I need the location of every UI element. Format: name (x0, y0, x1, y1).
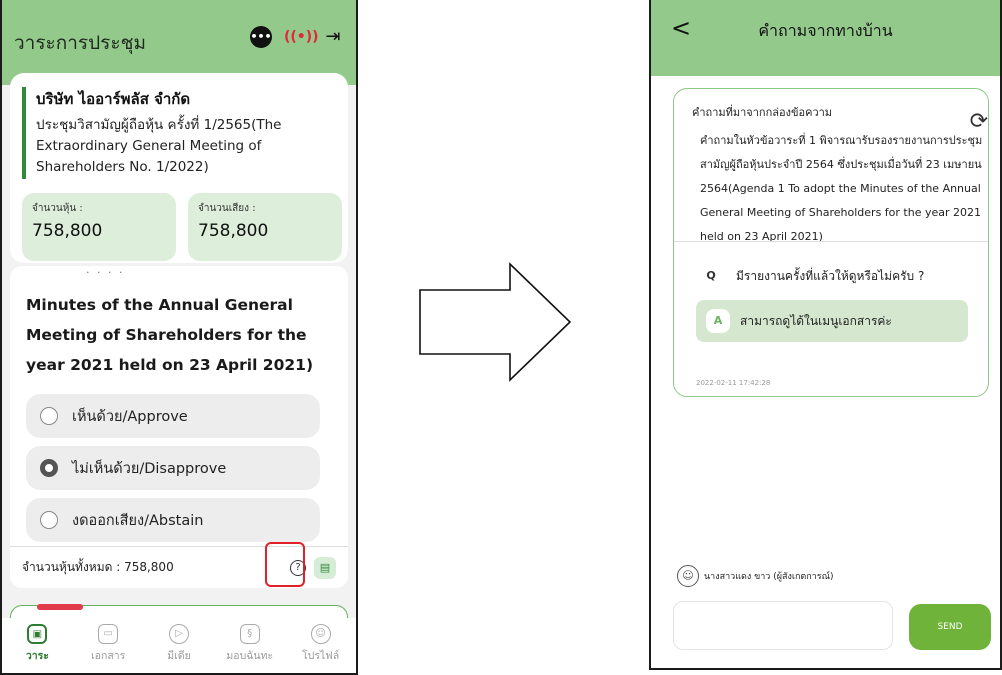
question-badge: Q (696, 261, 726, 291)
bottom-nav: ▣ วาระ ▭ เอกสาร ▷ มีเดีย § มอบฉันทะ ☺ โป… (2, 618, 356, 673)
answer-badge: A (706, 309, 730, 333)
header-actions: ••• ((•)) ⇥ (250, 26, 344, 48)
nav-label: วาระ (25, 650, 49, 662)
nav-item-documents[interactable]: ▭ เอกสาร (78, 624, 138, 673)
nav-item-agenda[interactable]: ▣ วาระ (7, 624, 67, 673)
vote-option-label: เห็นด้วย/Approve (72, 408, 188, 425)
vote-option-approve[interactable]: เห็นด้วย/Approve (26, 394, 320, 438)
company-name: บริษัท ไออาร์พลัส จำกัด (36, 90, 191, 108)
questions-screen: < คำถามจากทางบ้าน คำถามที่มาจากกล่องข้อค… (649, 0, 1002, 670)
votes-label: จำนวนเสียง : (198, 203, 256, 214)
vote-option-disapprove[interactable]: ไม่เห็นด้วย/Disapprove (26, 446, 320, 490)
question-agenda: คำถามในหัวข้อวาระที่ 1 พิจารณารับรองรายง… (700, 134, 983, 243)
nav-label: เอกสาร (91, 650, 126, 662)
accent-bar (22, 87, 26, 179)
user-avatar-icon: ☺ (677, 565, 699, 587)
nav-item-profile[interactable]: ☺ โปรไฟล์ (291, 624, 351, 673)
agenda-screen: วาระการประชุม ••• ((•)) ⇥ บริษัท ไออาร์พ… (0, 0, 358, 675)
shares-label: จำนวนหุ้น : (32, 203, 83, 214)
question-row: Q มีรายงานครั้งที่แล้วให้ดูหรือไม่ครับ ? (696, 261, 924, 291)
nav-label: มีเดีย (167, 650, 191, 662)
highlight-box (265, 542, 305, 587)
vote-option-abstain[interactable]: งดออกเสียง/Abstain (26, 498, 320, 542)
message-input[interactable] (673, 601, 893, 650)
live-broadcast-icon[interactable]: ((•)) (284, 26, 319, 48)
question-text: มีรายงานครั้งที่แล้วให้ดูหรือไม่ครับ ? (736, 268, 925, 283)
scrolled-text-fragment: · · · · (86, 266, 125, 278)
nav-item-proxy[interactable]: § มอบฉันทะ (220, 624, 280, 673)
app-header: < คำถามจากทางบ้าน (651, 0, 1000, 76)
logout-icon[interactable]: ⇥ (322, 26, 344, 48)
folder-icon: ▭ (98, 624, 119, 644)
profile-icon: ☺ (310, 624, 331, 644)
send-button[interactable]: SEND (909, 604, 991, 650)
stats-row: จำนวนหุ้น : 758,800 จำนวนเสียง : 758,800 (22, 193, 342, 261)
status-badge (37, 604, 83, 610)
page-title: คำถามจากทางบ้าน (758, 21, 893, 40)
play-icon: ▷ (168, 624, 189, 644)
chat-bubble-icon[interactable]: ••• (250, 26, 272, 48)
company-card: บริษัท ไออาร์พลัส จำกัด ประชุมวิสามัญผู้… (10, 73, 348, 263)
answer-row: A สามารถดูได้ในเมนูเอกสารค่ะ (696, 300, 968, 342)
user-info: ☺ นางสาวแดง ขาว (ผู้สังเกตการณ์) (677, 565, 833, 587)
nav-label: โปรไฟล์ (302, 650, 340, 662)
agenda-icon: ▣ (27, 624, 48, 644)
agenda-card: · · · · Minutes of the Annual General Me… (10, 266, 348, 588)
shares-box: จำนวนหุ้น : 758,800 (22, 193, 176, 261)
right-arrow-icon (419, 262, 572, 382)
vote-option-label: งดออกเสียง/Abstain (72, 512, 204, 529)
vote-option-label: ไม่เห็นด้วย/Disapprove (72, 460, 227, 477)
document-icon[interactable]: ▤ (314, 556, 336, 579)
proxy-icon: § (239, 624, 260, 644)
radio-approve[interactable] (40, 407, 58, 425)
radio-disapprove[interactable] (40, 459, 58, 477)
meeting-title: ประชุมวิสามัญผู้ถือหุ้น ครั้งที่ 1/2565(… (36, 117, 282, 175)
answer-text: สามารถดูได้ในเมนูเอกสารค่ะ (740, 313, 892, 328)
page-title: วาระการประชุม (14, 32, 147, 54)
agenda-text: Minutes of the Annual General Meeting of… (26, 296, 314, 374)
votes-value: 758,800 (198, 221, 269, 241)
divider (674, 241, 988, 242)
question-timestamp: 2022-02-11 17:42:28 (696, 379, 771, 387)
total-shares: จำนวนหุ้นทั้งหมด : 758,800 (22, 560, 174, 574)
question-card: คำถามที่มาจากกล่องข้อความ ⟳ คำถามในหัวข้… (673, 88, 989, 397)
question-source: คำถามที่มาจากกล่องข้อความ (692, 106, 833, 119)
user-name: นางสาวแดง ขาว (ผู้สังเกตการณ์) (704, 572, 834, 582)
nav-item-media[interactable]: ▷ มีเดีย (149, 624, 209, 673)
nav-label: มอบฉันทะ (226, 650, 274, 662)
radio-abstain[interactable] (40, 511, 58, 529)
votes-box: จำนวนเสียง : 758,800 (188, 193, 342, 261)
shares-value: 758,800 (32, 221, 103, 241)
